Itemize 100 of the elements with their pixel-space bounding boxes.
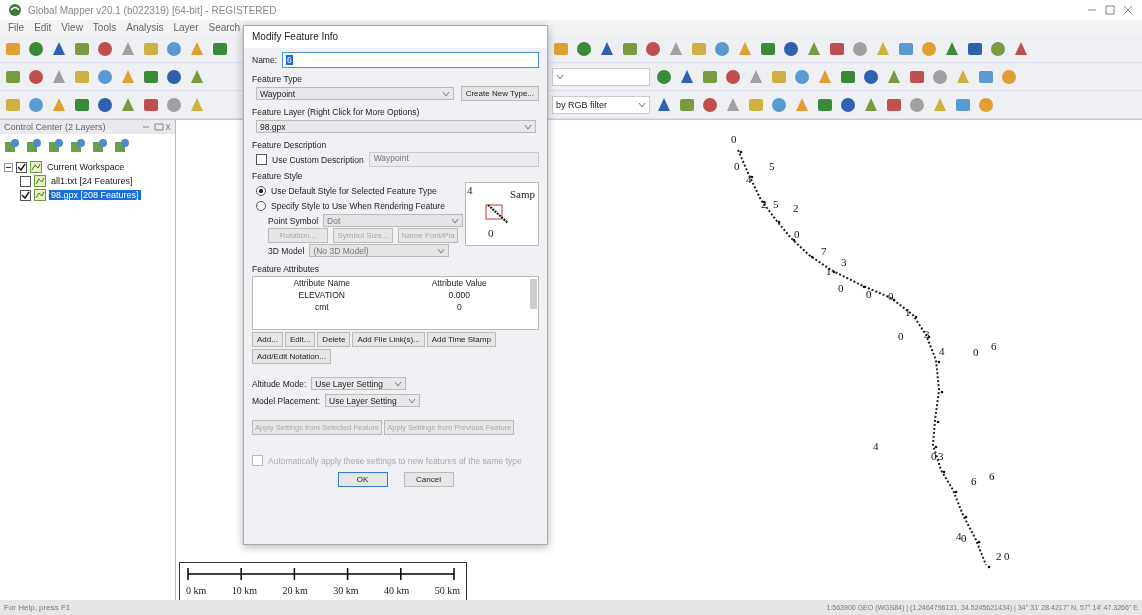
tool-icon[interactable] <box>27 95 45 114</box>
menu-item[interactable]: Layer <box>173 22 199 33</box>
map-label: 0 <box>931 450 937 462</box>
map-label: 4 <box>746 173 752 185</box>
tool-icon[interactable] <box>96 95 114 114</box>
field-label: Name: <box>252 55 278 65</box>
tool-icon[interactable] <box>862 67 880 86</box>
layer-tool-icon[interactable] <box>92 138 108 154</box>
tool-icon[interactable] <box>782 39 800 58</box>
layer-tool-icon[interactable] <box>48 138 64 154</box>
map-label: 5 <box>773 198 779 210</box>
button[interactable]: Delete <box>317 332 351 347</box>
tool-icon[interactable] <box>165 39 183 58</box>
scale-label: 0 km <box>186 585 207 596</box>
menu-item[interactable]: File <box>8 22 25 33</box>
field-label: Feature Description <box>252 139 327 150</box>
tool-icon[interactable] <box>96 39 114 58</box>
layer-checkbox[interactable] <box>20 175 31 187</box>
maximize-icon[interactable] <box>1104 4 1116 16</box>
map-label: 5 <box>769 160 775 172</box>
collapse-icon[interactable] <box>4 162 13 172</box>
tool-icon[interactable] <box>724 67 742 86</box>
button[interactable]: Cancel <box>403 472 454 487</box>
button[interactable]: OK <box>337 472 388 487</box>
window-title: Global Mapper v20.1 (b022319) [64-bit] - REGISTERED <box>28 4 277 16</box>
layer-tool-icon[interactable] <box>26 138 42 154</box>
map-label: 0 <box>961 532 967 544</box>
caret-icon <box>638 101 646 108</box>
panel-controls-icon[interactable] <box>141 122 171 132</box>
tool-icon[interactable] <box>908 95 926 114</box>
map-label: 0 <box>731 133 737 145</box>
column-header[interactable]: Attribute Name <box>253 277 391 289</box>
name-input[interactable]: 6 <box>282 52 539 68</box>
column-header[interactable]: Attribute Value <box>390 277 528 289</box>
caret-icon <box>524 123 532 130</box>
map-label: 3 <box>938 450 944 462</box>
radio-button[interactable] <box>256 200 266 211</box>
status-help-text: For Help, press F1 <box>4 603 71 612</box>
layer-checkbox[interactable] <box>20 189 31 201</box>
button[interactable]: Add Time Stamp <box>426 332 496 347</box>
tool-icon[interactable] <box>701 95 719 114</box>
tool-icon[interactable] <box>655 67 673 86</box>
dropdown[interactable]: 98.gpx <box>256 120 536 133</box>
tool-icon[interactable] <box>931 67 949 86</box>
menu-item[interactable]: Tools <box>92 22 117 33</box>
tool-icon[interactable] <box>851 39 869 58</box>
tool-icon[interactable] <box>644 39 662 58</box>
map-label: 3 <box>841 256 847 268</box>
menu-item[interactable]: Analysis <box>126 22 164 33</box>
button[interactable]: Create New Type... <box>460 86 539 101</box>
scale-label: 10 km <box>231 585 257 596</box>
tool-icon[interactable] <box>165 67 183 86</box>
description-input[interactable]: Waypoint <box>368 152 539 167</box>
button[interactable]: Add/Edit Notation... <box>252 349 331 364</box>
layer-tree-item[interactable]: all1.txt [24 Features] <box>49 176 135 186</box>
tool-icon[interactable] <box>989 39 1007 58</box>
layer-tool-icon[interactable] <box>4 138 20 154</box>
scale-label: 50 km <box>434 585 460 596</box>
field-label: Model Placement: <box>252 395 321 406</box>
table-cell-text: 0 <box>455 301 463 313</box>
tool-icon[interactable] <box>27 39 45 58</box>
radio-button[interactable] <box>256 185 266 196</box>
caret-icon <box>437 247 446 254</box>
tool-icon[interactable] <box>27 67 45 86</box>
button[interactable]: Edit... <box>284 332 316 347</box>
layer-icon <box>34 175 46 187</box>
dropdown[interactable]: Use Layer Setting <box>325 394 421 407</box>
button[interactable]: Add File Link(s)... <box>352 332 425 347</box>
button[interactable]: Add... <box>252 332 283 347</box>
checkbox[interactable] <box>256 154 267 165</box>
caret-icon <box>556 73 564 80</box>
field-label: Feature Type <box>252 73 302 84</box>
close-icon[interactable] <box>1122 4 1134 16</box>
dropdown[interactable]: Use Layer Setting <box>311 377 407 390</box>
dropdown-field[interactable]: by RGB filter <box>552 95 650 114</box>
layer-tree-item[interactable]: 98.gpx [208 Features] <box>49 190 141 200</box>
tool-icon[interactable] <box>575 39 593 58</box>
tool-icon[interactable] <box>793 67 811 86</box>
field-label: Point Symbol <box>268 215 319 226</box>
scale-label: 30 km <box>333 585 359 596</box>
menu-item[interactable]: Edit <box>34 22 52 33</box>
layer-tool-icon[interactable] <box>70 138 86 154</box>
tool-icon[interactable] <box>96 67 114 86</box>
layer-tree-item[interactable]: Current Workspace <box>45 162 127 172</box>
tool-icon[interactable] <box>713 39 731 58</box>
map-label: 1 <box>826 265 832 277</box>
layer-tool-icon[interactable] <box>114 138 130 154</box>
scrollbar[interactable] <box>530 279 537 309</box>
map-label: 0 <box>794 228 800 240</box>
menu-item[interactable]: View <box>61 22 83 33</box>
tool-icon[interactable] <box>770 95 788 114</box>
tool-icon[interactable] <box>165 95 183 114</box>
layer-checkbox[interactable] <box>16 161 27 173</box>
field-label: Feature Style <box>252 171 304 181</box>
dropdown[interactable]: Waypoint <box>256 87 454 100</box>
map-label: 6 <box>989 470 995 482</box>
tool-icon[interactable] <box>839 95 857 114</box>
menu-item[interactable]: Search <box>208 22 241 33</box>
dropdown-field[interactable] <box>552 67 650 86</box>
map-label: 6 <box>971 475 977 487</box>
